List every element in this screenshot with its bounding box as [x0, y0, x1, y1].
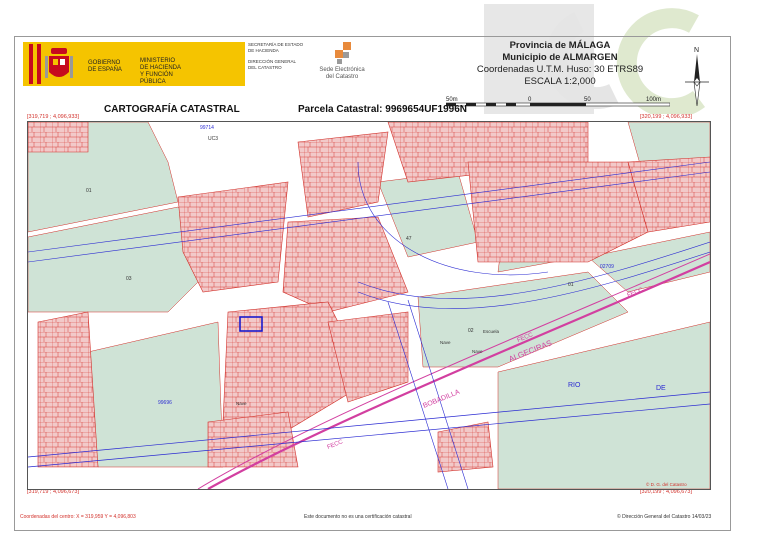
map-title-block: Provincia de MÁLAGA Municipio de ALMARGE… [455, 40, 665, 88]
svg-text:01: 01 [568, 282, 574, 288]
svg-text:03: 03 [126, 276, 132, 282]
svg-text:02709: 02709 [600, 264, 614, 270]
svg-text:Escuela: Escuela [483, 329, 500, 334]
north-arrow-icon: N [685, 47, 709, 107]
copyright: © Dirección General del Catastro 14/03/2… [617, 514, 712, 520]
map-title: CARTOGRAFÍA CATASTRAL [104, 104, 240, 115]
svg-text:© D. G. del Catastro: © D. G. del Catastro [646, 481, 687, 487]
svg-text:N: N [694, 47, 699, 54]
svg-text:Nave: Nave [236, 401, 247, 406]
svg-text:01: 01 [86, 188, 92, 194]
svg-text:47: 47 [406, 236, 412, 242]
svg-text:RIO: RIO [568, 382, 581, 389]
coat-of-arms-icon [29, 44, 73, 84]
svg-text:50m: 50m [446, 97, 458, 103]
government-name: GOBIERNO DE ESPAÑA [88, 60, 122, 73]
svg-text:FECC: FECC [327, 439, 345, 451]
svg-text:UC3: UC3 [208, 136, 218, 142]
sede-catastro-icon [335, 42, 351, 64]
parcel-title: Parcela Catastral: 9969654UF1996N [298, 104, 467, 115]
scale-label: ESCALA 1:2,000 [524, 76, 596, 87]
center-coordinates: Coordenadas del centro: X = 319,959 Y = … [20, 514, 136, 520]
cadastral-map-canvas: 99714 UC3 01 03 99696 02709 01 02 Escuel… [28, 122, 710, 489]
municipality-label: Municipio de ALMARGEN [502, 52, 618, 63]
cadastral-map[interactable]: 99714 UC3 01 03 99696 02709 01 02 Escuel… [27, 121, 711, 490]
svg-text:02: 02 [468, 328, 474, 334]
ministry-name: MINISTERIO DE HACIENDA Y FUNCIÓN PÚBLICA [140, 58, 182, 85]
svg-text:Nave: Nave [440, 340, 451, 345]
scale-bar: 50m 0 50 100m [446, 97, 670, 107]
svg-text:DE: DE [656, 385, 666, 392]
svg-text:50: 50 [584, 97, 591, 103]
svg-text:0: 0 [528, 97, 532, 103]
sede-electronica-logo: Sede Electrónica del Catastro [312, 42, 372, 92]
disclaimer: Este documento no es una certificación c… [304, 514, 412, 520]
province-label: Provincia de MÁLAGA [509, 40, 611, 51]
corner-top-right: [320,199 ; 4,096,933] [640, 114, 692, 120]
secretaria-direccion: SECRETARÍA DE ESTADO DE HACIENDA DIRECCI… [248, 42, 304, 70]
svg-text:100m: 100m [646, 97, 661, 103]
svg-text:Nave: Nave [472, 349, 483, 354]
corner-top-left: [319,719 ; 4,096,933] [27, 114, 79, 120]
svg-text:99696: 99696 [158, 400, 172, 406]
svg-text:99714: 99714 [200, 125, 214, 131]
coordinates-label: Coordenadas U.T.M. Huso: 30 ETRS89 [476, 64, 644, 75]
